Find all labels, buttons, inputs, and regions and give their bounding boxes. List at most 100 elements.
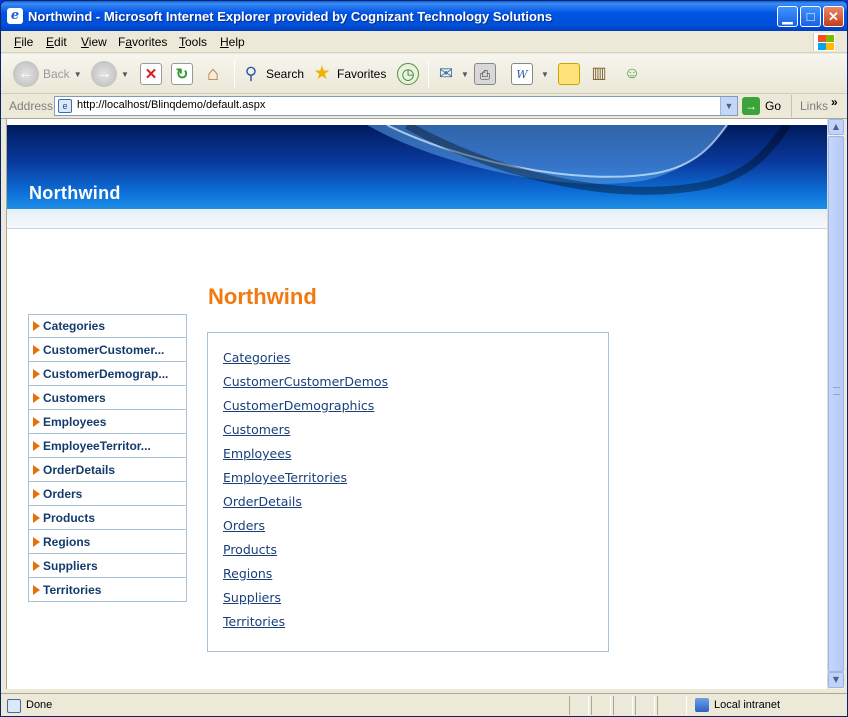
menu-tools[interactable]: Tools <box>179 35 207 49</box>
favorites-button[interactable]: ★ Favorites <box>311 60 386 88</box>
banner-swoosh-graphic <box>367 125 791 195</box>
chevron-down-icon[interactable]: ▼ <box>720 97 737 115</box>
menu-edit[interactable]: Edit <box>46 35 67 49</box>
minimize-icon: ▁ <box>782 9 793 24</box>
links-chevron-icon[interactable]: » <box>831 95 838 109</box>
link-customerdemographics[interactable]: CustomerDemographics <box>223 398 374 413</box>
forward-button[interactable]: → ▼ <box>91 60 129 88</box>
address-label: Address <box>9 99 54 113</box>
nav-item-label: Categories <box>43 319 106 333</box>
chevron-down-icon: ▼ <box>461 69 469 79</box>
printer-icon: ⎙ <box>474 63 496 85</box>
menu-view[interactable]: View <box>81 35 107 49</box>
menu-accel: V <box>81 35 89 49</box>
table-links-list: Categories CustomerCustomerDemos Custome… <box>208 333 608 638</box>
link-categories[interactable]: Categories <box>223 350 290 365</box>
nav-item-products[interactable]: Products <box>28 506 187 530</box>
nav-item-regions[interactable]: Regions <box>28 530 187 554</box>
nav-item-customerdemographics[interactable]: CustomerDemograp... <box>28 362 187 386</box>
history-button[interactable]: ◷ <box>397 60 419 88</box>
link-customercustomerdemos[interactable]: CustomerCustomerDemos <box>223 374 388 389</box>
go-button[interactable]: → Go <box>742 97 781 115</box>
links-toolbar[interactable]: Links <box>791 95 828 117</box>
link-products[interactable]: Products <box>223 542 277 557</box>
discuss-button[interactable] <box>558 60 580 88</box>
home-button[interactable]: ⌂ <box>202 60 224 88</box>
search-label: Search <box>266 67 305 81</box>
link-employeeterritories[interactable]: EmployeeTerritories <box>223 470 347 485</box>
nav-item-employeeterritories[interactable]: EmployeeTerritor... <box>28 434 187 458</box>
nav-item-orderdetails[interactable]: OrderDetails <box>28 458 187 482</box>
grip-icon <box>833 387 840 395</box>
arrow-right-icon <box>33 344 40 355</box>
link-customers[interactable]: Customers <box>223 422 290 437</box>
scroll-up-icon[interactable]: ▲ <box>828 119 844 135</box>
nav-item-label: Customers <box>43 390 106 405</box>
close-button[interactable]: ✕ <box>823 6 844 27</box>
link-employees[interactable]: Employees <box>223 446 291 461</box>
nav-item-label: EmployeeTerritor... <box>43 438 151 453</box>
refresh-button[interactable]: ↻ <box>171 60 193 88</box>
print-button[interactable]: ⎙ <box>474 60 496 88</box>
vertical-scrollbar[interactable]: ▲ ▼ <box>827 119 844 689</box>
back-button[interactable]: ← Back ▼ <box>13 60 82 88</box>
menu-help[interactable]: Help <box>220 35 245 49</box>
nav-item-categories[interactable]: Categories <box>28 314 187 338</box>
status-cell <box>635 696 655 715</box>
nav-item-suppliers[interactable]: Suppliers <box>28 554 187 578</box>
list-item: Customers <box>223 422 608 446</box>
scroll-thumb[interactable] <box>828 136 844 672</box>
page-content: Northwind Categories CustomerCustomer...… <box>6 119 827 689</box>
research-button[interactable]: ▥ <box>588 60 610 88</box>
menu-favorites[interactable]: Favorites <box>118 35 167 49</box>
search-button[interactable]: ⚲ Search <box>240 60 304 88</box>
arrow-right-icon <box>33 584 40 595</box>
toolbar: ← Back ▼ → ▼ ✕ ↻ ⌂ ⚲ Search ★ Favorites … <box>1 54 847 94</box>
page-icon: e <box>58 99 72 113</box>
address-url: http://localhost/Blinqdemo/default.aspx <box>77 99 266 111</box>
note-icon <box>558 63 580 85</box>
address-input[interactable]: e http://localhost/Blinqdemo/default.asp… <box>54 96 738 116</box>
toolbar-separator <box>428 60 429 88</box>
nav-item-orders[interactable]: Orders <box>28 482 187 506</box>
stop-button[interactable]: ✕ <box>140 60 162 88</box>
chevron-down-icon: ▼ <box>121 69 129 79</box>
site-banner: Northwind <box>7 125 827 209</box>
mail-button[interactable]: ✉ ▼ <box>435 60 469 88</box>
link-orders[interactable]: Orders <box>223 518 265 533</box>
minimize-button[interactable]: ▁ <box>777 6 798 27</box>
close-icon: ✕ <box>828 9 839 24</box>
home-icon: ⌂ <box>206 63 220 85</box>
menu-file[interactable]: File <box>14 35 33 49</box>
link-suppliers[interactable]: Suppliers <box>223 590 281 605</box>
scroll-down-icon[interactable]: ▼ <box>828 672 844 688</box>
title-bar[interactable]: e Northwind - Microsoft Internet Explore… <box>1 1 847 31</box>
nav-item-customers[interactable]: Customers <box>28 386 187 410</box>
menu-accel: E <box>46 35 55 49</box>
edit-button[interactable]: W ▼ <box>511 60 549 88</box>
nav-item-territories[interactable]: Territories <box>28 578 187 602</box>
list-item: Regions <box>223 566 608 590</box>
mail-icon: ✉ <box>438 64 454 83</box>
nav-item-employees[interactable]: Employees <box>28 410 187 434</box>
left-nav-menu: Categories CustomerCustomer... CustomerD… <box>28 314 187 602</box>
chevron-down-icon: ▼ <box>541 69 549 79</box>
nav-item-label: CustomerCustomer... <box>43 342 165 357</box>
arrow-right-icon <box>33 321 40 331</box>
list-item: Categories <box>223 350 608 374</box>
menu-accel: H <box>220 35 229 49</box>
list-item: Territories <box>223 614 608 638</box>
link-territories[interactable]: Territories <box>223 614 285 629</box>
list-item: Orders <box>223 518 608 542</box>
favorites-label: Favorites <box>337 67 387 81</box>
nav-item-customercustomerdemos[interactable]: CustomerCustomer... <box>28 338 187 362</box>
nav-item-label: Products <box>43 510 96 525</box>
maximize-button[interactable]: □ <box>800 6 821 27</box>
list-item: Employees <box>223 446 608 470</box>
link-regions[interactable]: Regions <box>223 566 272 581</box>
messenger-button[interactable]: ☺ <box>621 60 643 88</box>
window-title: Northwind - Microsoft Internet Explorer … <box>28 9 553 24</box>
link-orderdetails[interactable]: OrderDetails <box>223 494 302 509</box>
status-cell <box>657 696 687 715</box>
list-item: CustomerCustomerDemos <box>223 374 608 398</box>
